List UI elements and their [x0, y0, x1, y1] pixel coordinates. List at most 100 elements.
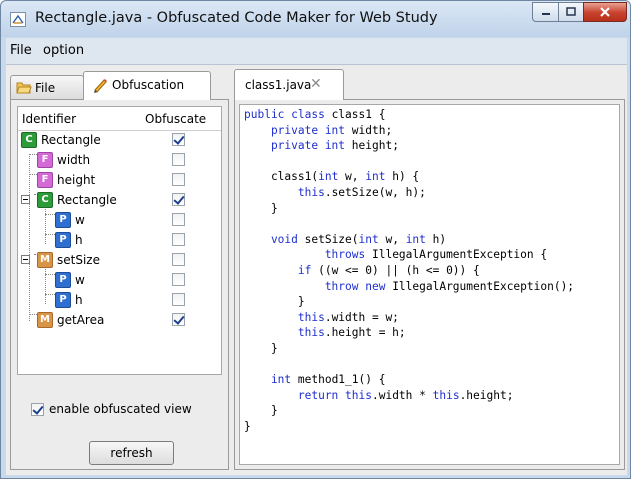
enable-obfuscated-view-checkbox[interactable] — [31, 402, 44, 416]
code-line: } — [244, 201, 278, 216]
identifier-tree: Identifier Obfuscate C Rectangle F width… — [17, 106, 222, 375]
code-keyword: this — [244, 310, 325, 324]
tree-row[interactable]: Pw — [18, 210, 221, 230]
code-keyword: this — [244, 186, 325, 199]
pencil-icon — [94, 79, 107, 93]
tree-row-label: setSize — [57, 253, 100, 267]
app-icon[interactable] — [10, 12, 26, 27]
tree-row-label: Rectangle — [41, 133, 101, 147]
code-line: public class class1 { — [244, 107, 385, 122]
code-keyword: throws — [244, 248, 372, 262]
class-icon: C — [21, 132, 37, 148]
code-line: if ((w <= 0) || (h <= 0)) { — [244, 263, 480, 278]
obfuscate-checkbox[interactable] — [172, 313, 185, 326]
tree-row[interactable]: C Rectangle — [18, 190, 221, 210]
code-text: .width = w; — [324, 310, 399, 324]
code-text: } — [244, 201, 278, 215]
tree-row-label: getArea — [57, 313, 105, 327]
code-text: height; — [351, 139, 399, 153]
code-keyword: private int — [244, 139, 352, 153]
code-text: class1 { — [331, 108, 386, 121]
tree-row[interactable]: C Rectangle — [18, 130, 221, 150]
code-line: int method1_1() { — [244, 372, 386, 387]
editor-tab[interactable]: class1.java ✕ — [234, 69, 344, 100]
obfuscate-checkbox[interactable] — [172, 173, 185, 186]
maximize-icon — [566, 7, 576, 16]
menu-file[interactable]: File — [10, 43, 32, 58]
window-title: Rectangle.java - Obfuscated Code Maker f… — [35, 10, 438, 26]
code-text: .setSize(w, h); — [324, 186, 426, 199]
method-icon: M — [37, 252, 53, 268]
tree-row[interactable]: Pw — [18, 270, 221, 290]
code-line: throw new IllegalArgumentException(); — [244, 279, 574, 294]
code-line: this.width = w; — [244, 310, 399, 325]
close-button[interactable] — [583, 2, 627, 22]
field-icon: F — [37, 172, 53, 188]
enable-obfuscated-view-label: enable obfuscated view — [49, 402, 192, 416]
obfuscate-checkbox[interactable] — [172, 233, 185, 246]
title-bar[interactable]: Rectangle.java - Obfuscated Code Maker f… — [1, 1, 630, 37]
refresh-button[interactable]: refresh — [89, 441, 174, 465]
code-text: class1( — [244, 170, 319, 184]
class-icon: C — [37, 192, 53, 208]
code-keyword: this — [432, 388, 460, 402]
method-icon: M — [37, 312, 53, 328]
code-text: setSize( — [304, 232, 359, 246]
collapse-toggle-icon[interactable] — [21, 195, 30, 204]
obfuscation-panel: Identifier Obfuscate C Rectangle F width… — [10, 99, 229, 470]
code-text: IllegalArgumentException(); — [392, 279, 575, 293]
tree-row[interactable]: Ph — [18, 230, 221, 250]
folder-icon — [16, 82, 32, 94]
code-text: } — [244, 420, 251, 433]
code-view[interactable]: public class class1 { private int width;… — [239, 104, 620, 465]
tree-row[interactable]: Ph — [18, 290, 221, 310]
parameter-icon: P — [55, 292, 71, 308]
editor-tab-label: class1.java — [245, 78, 312, 92]
code-text: } — [244, 295, 305, 309]
obfuscate-checkbox[interactable] — [172, 273, 185, 286]
enable-obfuscated-view[interactable]: enable obfuscated view — [31, 402, 192, 416]
tree-row[interactable]: Fwidth — [18, 150, 221, 170]
code-text: } — [244, 404, 278, 418]
tree-row[interactable]: Fheight — [18, 170, 221, 190]
tab-file[interactable]: File — [10, 75, 84, 99]
code-line: throws IllegalArgumentException { — [244, 247, 547, 262]
menu-bar: File option — [6, 38, 627, 65]
code-line: } — [244, 403, 278, 418]
tree-row-label: w — [75, 213, 85, 227]
obfuscate-checkbox[interactable] — [172, 253, 185, 266]
close-tab-icon[interactable]: ✕ — [310, 76, 322, 92]
tab-obfuscation[interactable]: Obfuscation — [83, 71, 211, 100]
menu-option[interactable]: option — [43, 43, 84, 58]
code-line: void setSize(int w, int h) — [244, 232, 446, 247]
code-keyword: int — [405, 232, 433, 246]
left-panel: File Obfuscation Identifier Obfuscate C … — [10, 69, 229, 470]
code-line: class1(int w, int h) { — [244, 169, 419, 184]
collapse-toggle-icon[interactable] — [21, 255, 30, 264]
code-keyword: this — [244, 326, 325, 340]
obfuscate-checkbox[interactable] — [172, 193, 185, 206]
tree-header: Identifier Obfuscate — [18, 107, 221, 131]
obfuscate-checkbox[interactable] — [172, 133, 185, 146]
identifier-header: Identifier — [22, 112, 77, 126]
code-text: ((w <= 0) || (h <= 0)) { — [318, 264, 480, 277]
obfuscate-checkbox[interactable] — [172, 293, 185, 306]
minimize-button[interactable] — [532, 2, 559, 22]
tree-row-label: width — [57, 153, 91, 167]
code-text: .height = h; — [324, 326, 406, 340]
maximize-button[interactable] — [558, 2, 584, 22]
tree-row-label: h — [75, 293, 83, 307]
left-tab-row: File Obfuscation — [10, 69, 229, 100]
field-icon: F — [37, 152, 53, 168]
close-icon — [600, 7, 610, 17]
tree-row[interactable]: MsetSize — [18, 250, 221, 270]
tree-row[interactable]: MgetArea — [18, 310, 221, 330]
obfuscate-checkbox[interactable] — [172, 213, 185, 226]
code-line: } — [244, 341, 278, 356]
tree-row-label: Rectangle — [57, 193, 117, 207]
code-text: .height; — [459, 388, 514, 402]
code-line: } — [244, 294, 305, 309]
obfuscate-checkbox[interactable] — [172, 153, 185, 166]
tab-obfuscation-label: Obfuscation — [112, 78, 185, 92]
code-text: h) { — [392, 170, 420, 184]
